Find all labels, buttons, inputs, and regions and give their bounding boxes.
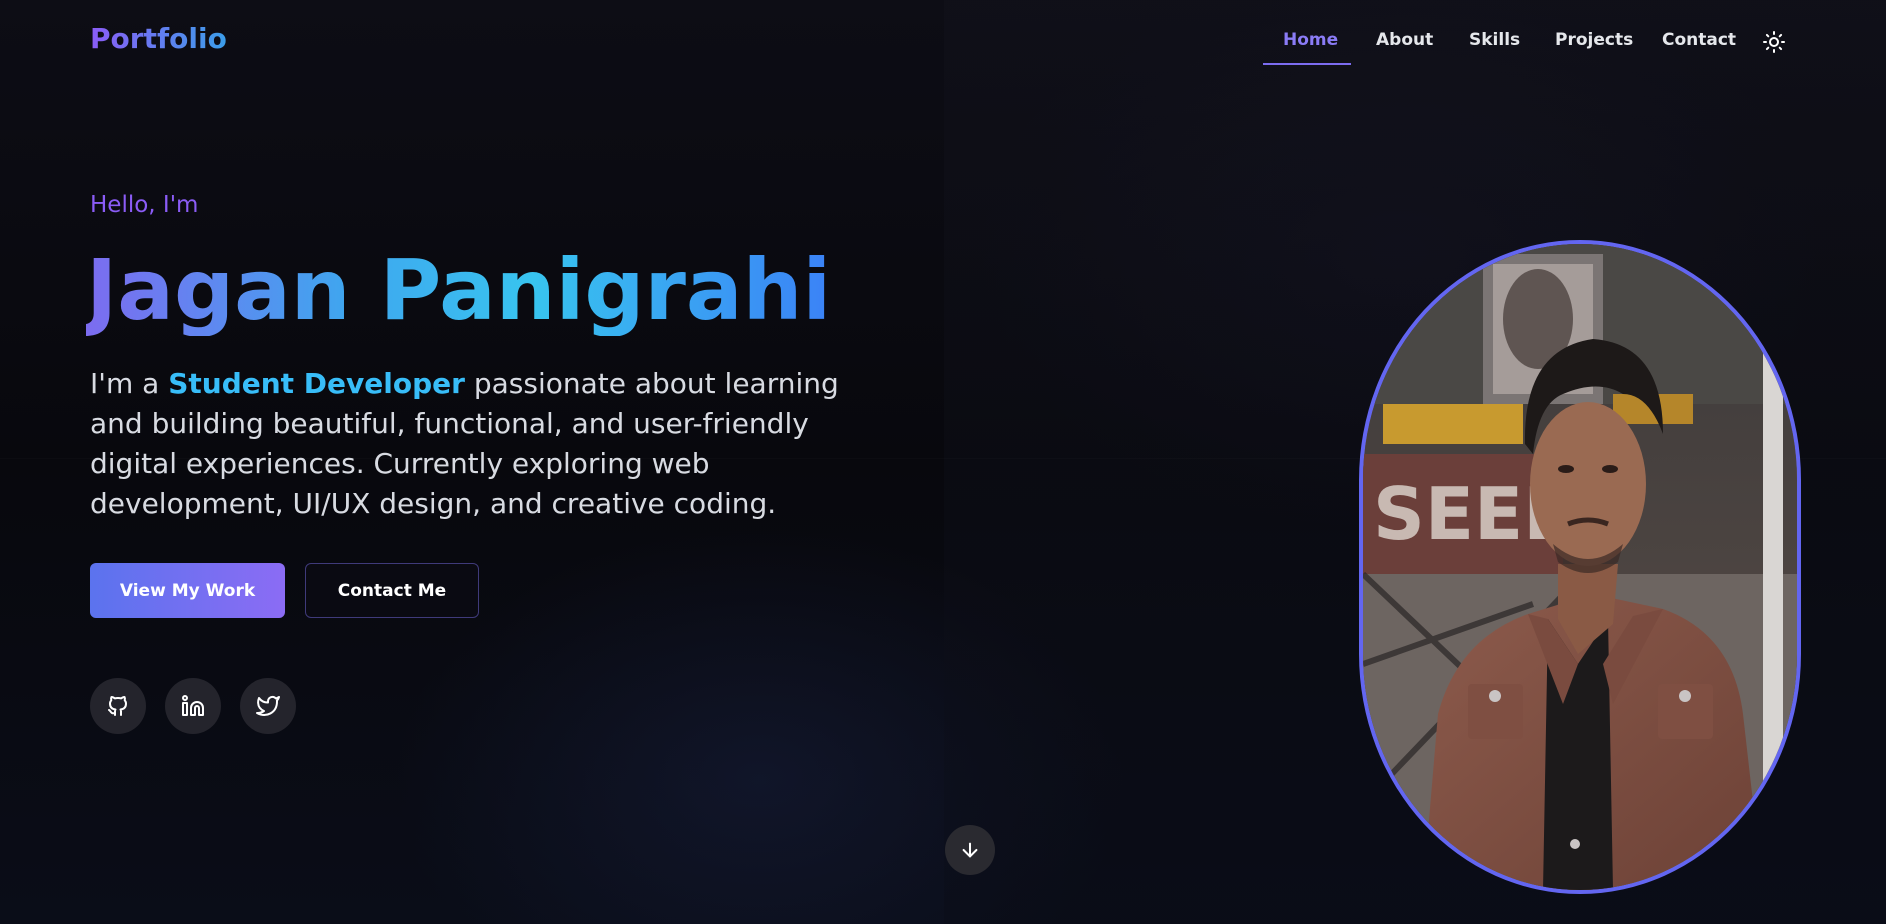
twitter-link[interactable] (240, 678, 296, 734)
sun-icon (1763, 31, 1785, 53)
contact-me-button[interactable]: Contact Me (305, 563, 479, 618)
linkedin-icon (182, 695, 204, 716)
active-nav-indicator (1263, 63, 1351, 65)
intro-highlight: Student Developer (168, 367, 465, 400)
site-logo[interactable]: Portfolio (90, 22, 227, 55)
arrow-down-icon (962, 842, 978, 858)
top-navbar: Portfolio Home About Skills Projects Con… (0, 0, 1886, 84)
profile-photo: SEEL (1359, 240, 1801, 894)
nav-item-home[interactable]: Home (1283, 30, 1338, 50)
view-my-work-button[interactable]: View My Work (90, 563, 285, 618)
github-link[interactable] (90, 678, 146, 734)
profile-photo-illustration: SEEL (1363, 244, 1797, 890)
github-icon (108, 696, 127, 716)
twitter-icon (256, 696, 280, 716)
nav-item-skills[interactable]: Skills (1469, 30, 1520, 50)
hero-intro: I'm a Student Developer passionate about… (90, 364, 880, 524)
nav-item-contact[interactable]: Contact (1662, 30, 1736, 50)
linkedin-link[interactable] (165, 678, 221, 734)
theme-toggle-button[interactable] (1760, 28, 1788, 56)
scroll-down-button[interactable] (945, 825, 995, 875)
nav-item-projects[interactable]: Projects (1555, 30, 1633, 50)
nav-item-about[interactable]: About (1376, 30, 1433, 50)
hero-name: Jagan Panigrahi (86, 241, 832, 339)
hero-greeting: Hello, I'm (90, 192, 199, 218)
intro-prefix: I'm a (90, 367, 169, 400)
